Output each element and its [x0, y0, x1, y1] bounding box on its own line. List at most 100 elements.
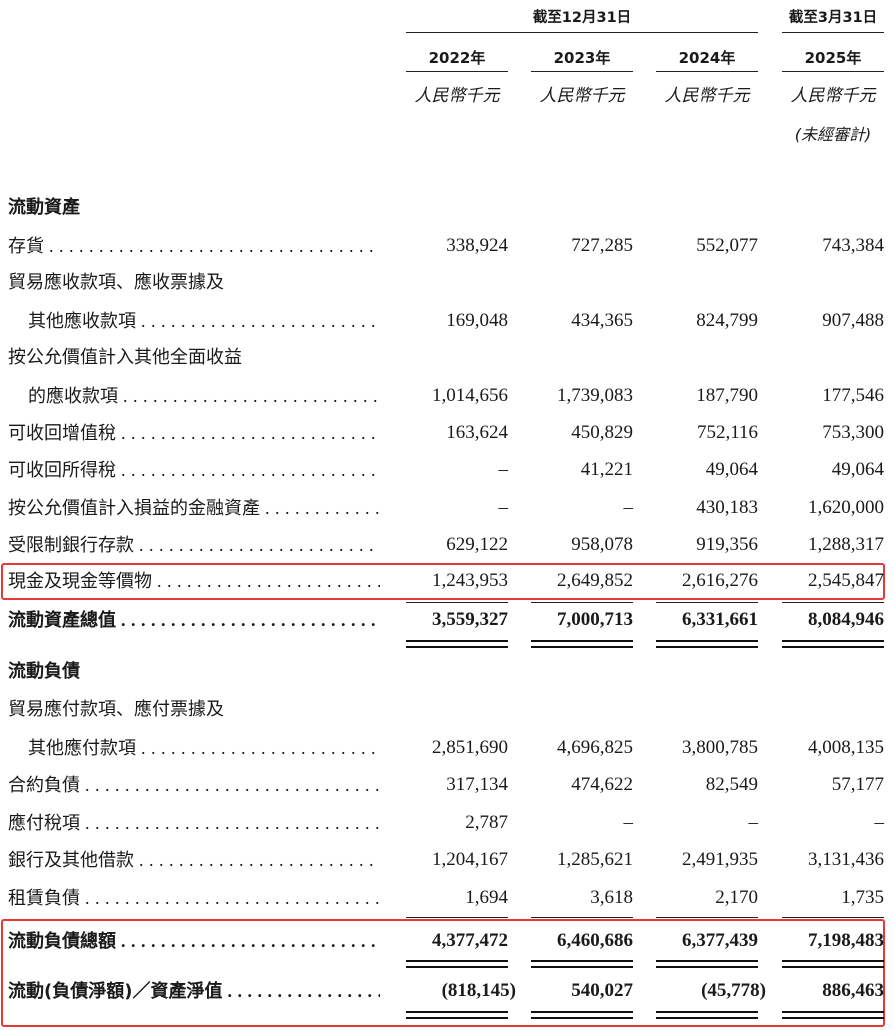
subtotal-rule: [531, 602, 633, 603]
cell-2022: 1,204,167: [432, 849, 508, 870]
double-rule: [531, 960, 633, 968]
double-rule: [656, 640, 758, 648]
table-row-total-current-assets: 流動資產總值 3,559,327 7,000,713 6,331,661 8,0…: [0, 605, 895, 635]
cell-2022: 1,243,953: [432, 570, 508, 591]
cell-2023: 958,078: [571, 534, 633, 555]
unit-label: 人民幣千元: [539, 86, 625, 106]
table-row-lease-liabilities: 租賃負債 1,694 3,618 2,170 1,735: [0, 883, 895, 913]
table-row-label-line: 貿易應收款項、應收票據及: [0, 268, 895, 298]
row-label: 按公允價值計入損益的金融資產: [8, 493, 380, 523]
subtotal-rule: [406, 602, 508, 603]
cell-2024: 49,064: [705, 459, 758, 480]
year-header-2024: 2024年: [656, 47, 758, 72]
double-rule: [406, 960, 508, 968]
row-label: 流動負債總額: [8, 926, 380, 956]
cell-2023: 1,285,621: [557, 849, 633, 870]
table-row-fvoci-receivables: 的應收款項 1,014,656 1,739,083 187,790 177,54…: [0, 381, 895, 411]
cell-2025: 7,198,483: [808, 930, 884, 951]
cell-2024: 3,800,785: [682, 737, 758, 758]
cell-2023: 41,221: [580, 459, 633, 480]
table-row-vat: 可收回增值稅 163,624 450,829 752,116 753,300: [0, 418, 895, 448]
subtotal-rule: [782, 917, 884, 918]
row-label: 其他應收款項: [28, 306, 380, 336]
cell-2023: –: [623, 497, 634, 518]
row-label: 銀行及其他借款: [8, 845, 380, 875]
table-row-borrowings: 銀行及其他借款 1,204,167 1,285,621 2,491,935 3,…: [0, 845, 895, 875]
section-current-assets: 流動資產: [0, 193, 895, 223]
double-rule: [406, 1011, 508, 1019]
table-row-label-line: 貿易應付款項、應付票據及: [0, 695, 895, 725]
row-label: 流動資產總值: [8, 605, 380, 635]
cell-2024: 6,377,439: [682, 930, 758, 951]
cell-2025: 2,545,847: [808, 570, 884, 591]
cell-2023: 540,027: [571, 980, 633, 1001]
row-label: 按公允價值計入其他全面收益: [8, 347, 242, 368]
cell-2025: 753,300: [822, 422, 884, 443]
cell-2023: 7,000,713: [557, 609, 633, 630]
table-row-trade-payables: 其他應付款項 2,851,690 4,696,825 3,800,785 4,0…: [0, 733, 895, 763]
cell-2023: 1,739,083: [557, 385, 633, 406]
row-label: 應付稅項: [8, 808, 380, 838]
table-row-net-current: 流動(負債淨額)／資產淨值 (818,145) 540,027 (45,778)…: [0, 976, 895, 1006]
double-rule: [406, 640, 508, 648]
cell-2024: (45,778): [701, 980, 766, 1001]
unaudited-note: (未經審計): [794, 125, 872, 144]
double-rule: [782, 1011, 884, 1019]
cell-2024: 919,356: [696, 534, 758, 555]
double-rule: [531, 1011, 633, 1019]
table-row-fvtpl: 按公允價值計入損益的金融資產 – – 430,183 1,620,000: [0, 493, 895, 523]
cell-2025: 1,735: [841, 887, 884, 908]
cell-2022: 3,559,327: [432, 609, 508, 630]
row-label: 其他應付款項: [28, 733, 380, 763]
section-title: 流動負債: [8, 661, 80, 682]
cell-2025: 8,084,946: [808, 609, 884, 630]
year-header-2022: 2022年: [406, 47, 508, 72]
header-group-dec31: 截至12月31日: [406, 8, 758, 33]
cell-2023: 450,829: [571, 422, 633, 443]
row-label: 貿易應付款項、應付票據及: [8, 699, 224, 720]
cell-2025: 907,488: [822, 310, 884, 331]
cell-2023: 727,285: [571, 235, 633, 256]
double-rule: [782, 640, 884, 648]
cell-2022: 2,851,690: [432, 737, 508, 758]
row-label: 存貨: [8, 231, 380, 261]
cell-2025: 1,620,000: [808, 497, 884, 518]
cell-2023: 3,618: [590, 887, 633, 908]
table-row-contract-liabilities: 合約負債 317,134 474,622 82,549 57,177: [0, 770, 895, 800]
year-header-2025: 2025年: [782, 47, 884, 72]
cell-2025: 49,064: [831, 459, 884, 480]
cell-2024: 6,331,661: [682, 609, 758, 630]
table-row-trade-receivables: 其他應收款項 169,048 434,365 824,799 907,488: [0, 306, 895, 336]
cell-2024: 82,549: [705, 774, 758, 795]
year-header-2023: 2023年: [531, 47, 633, 72]
row-label: 可收回增值稅: [8, 418, 380, 448]
cell-2023: 434,365: [571, 310, 633, 331]
row-label: 受限制銀行存款: [8, 530, 380, 560]
cell-2022: 317,134: [446, 774, 508, 795]
table-row-cash: 現金及現金等價物 1,243,953 2,649,852 2,616,276 2…: [0, 566, 895, 596]
unit-label: 人民幣千元: [664, 86, 750, 106]
table-row-inventory: 存貨 338,924 727,285 552,077 743,384: [0, 231, 895, 261]
cell-2024: 2,491,935: [682, 849, 758, 870]
row-label: 租賃負債: [8, 883, 380, 913]
header-group-mar31: 截至3月31日: [782, 8, 884, 33]
subtotal-rule: [656, 917, 758, 918]
cell-2024: 430,183: [696, 497, 758, 518]
row-label: 流動(負債淨額)／資產淨值: [8, 976, 380, 1006]
cell-2024: 752,116: [696, 422, 758, 443]
section-title: 流動資產: [8, 197, 80, 218]
cell-2024: 824,799: [696, 310, 758, 331]
cell-2025: –: [874, 812, 885, 833]
row-label: 可收回所得稅: [8, 455, 380, 485]
cell-2023: 6,460,686: [557, 930, 633, 951]
table-row-income-tax: 可收回所得稅 – 41,221 49,064 49,064: [0, 455, 895, 485]
cell-2025: 4,008,135: [808, 737, 884, 758]
cell-2022: 1,014,656: [432, 385, 508, 406]
cell-2022: (818,145): [441, 980, 516, 1001]
subtotal-rule: [406, 917, 508, 918]
cell-2023: –: [623, 812, 634, 833]
cell-2022: 629,122: [446, 534, 508, 555]
double-rule: [531, 640, 633, 648]
subtotal-rule: [656, 602, 758, 603]
double-rule: [656, 1011, 758, 1019]
